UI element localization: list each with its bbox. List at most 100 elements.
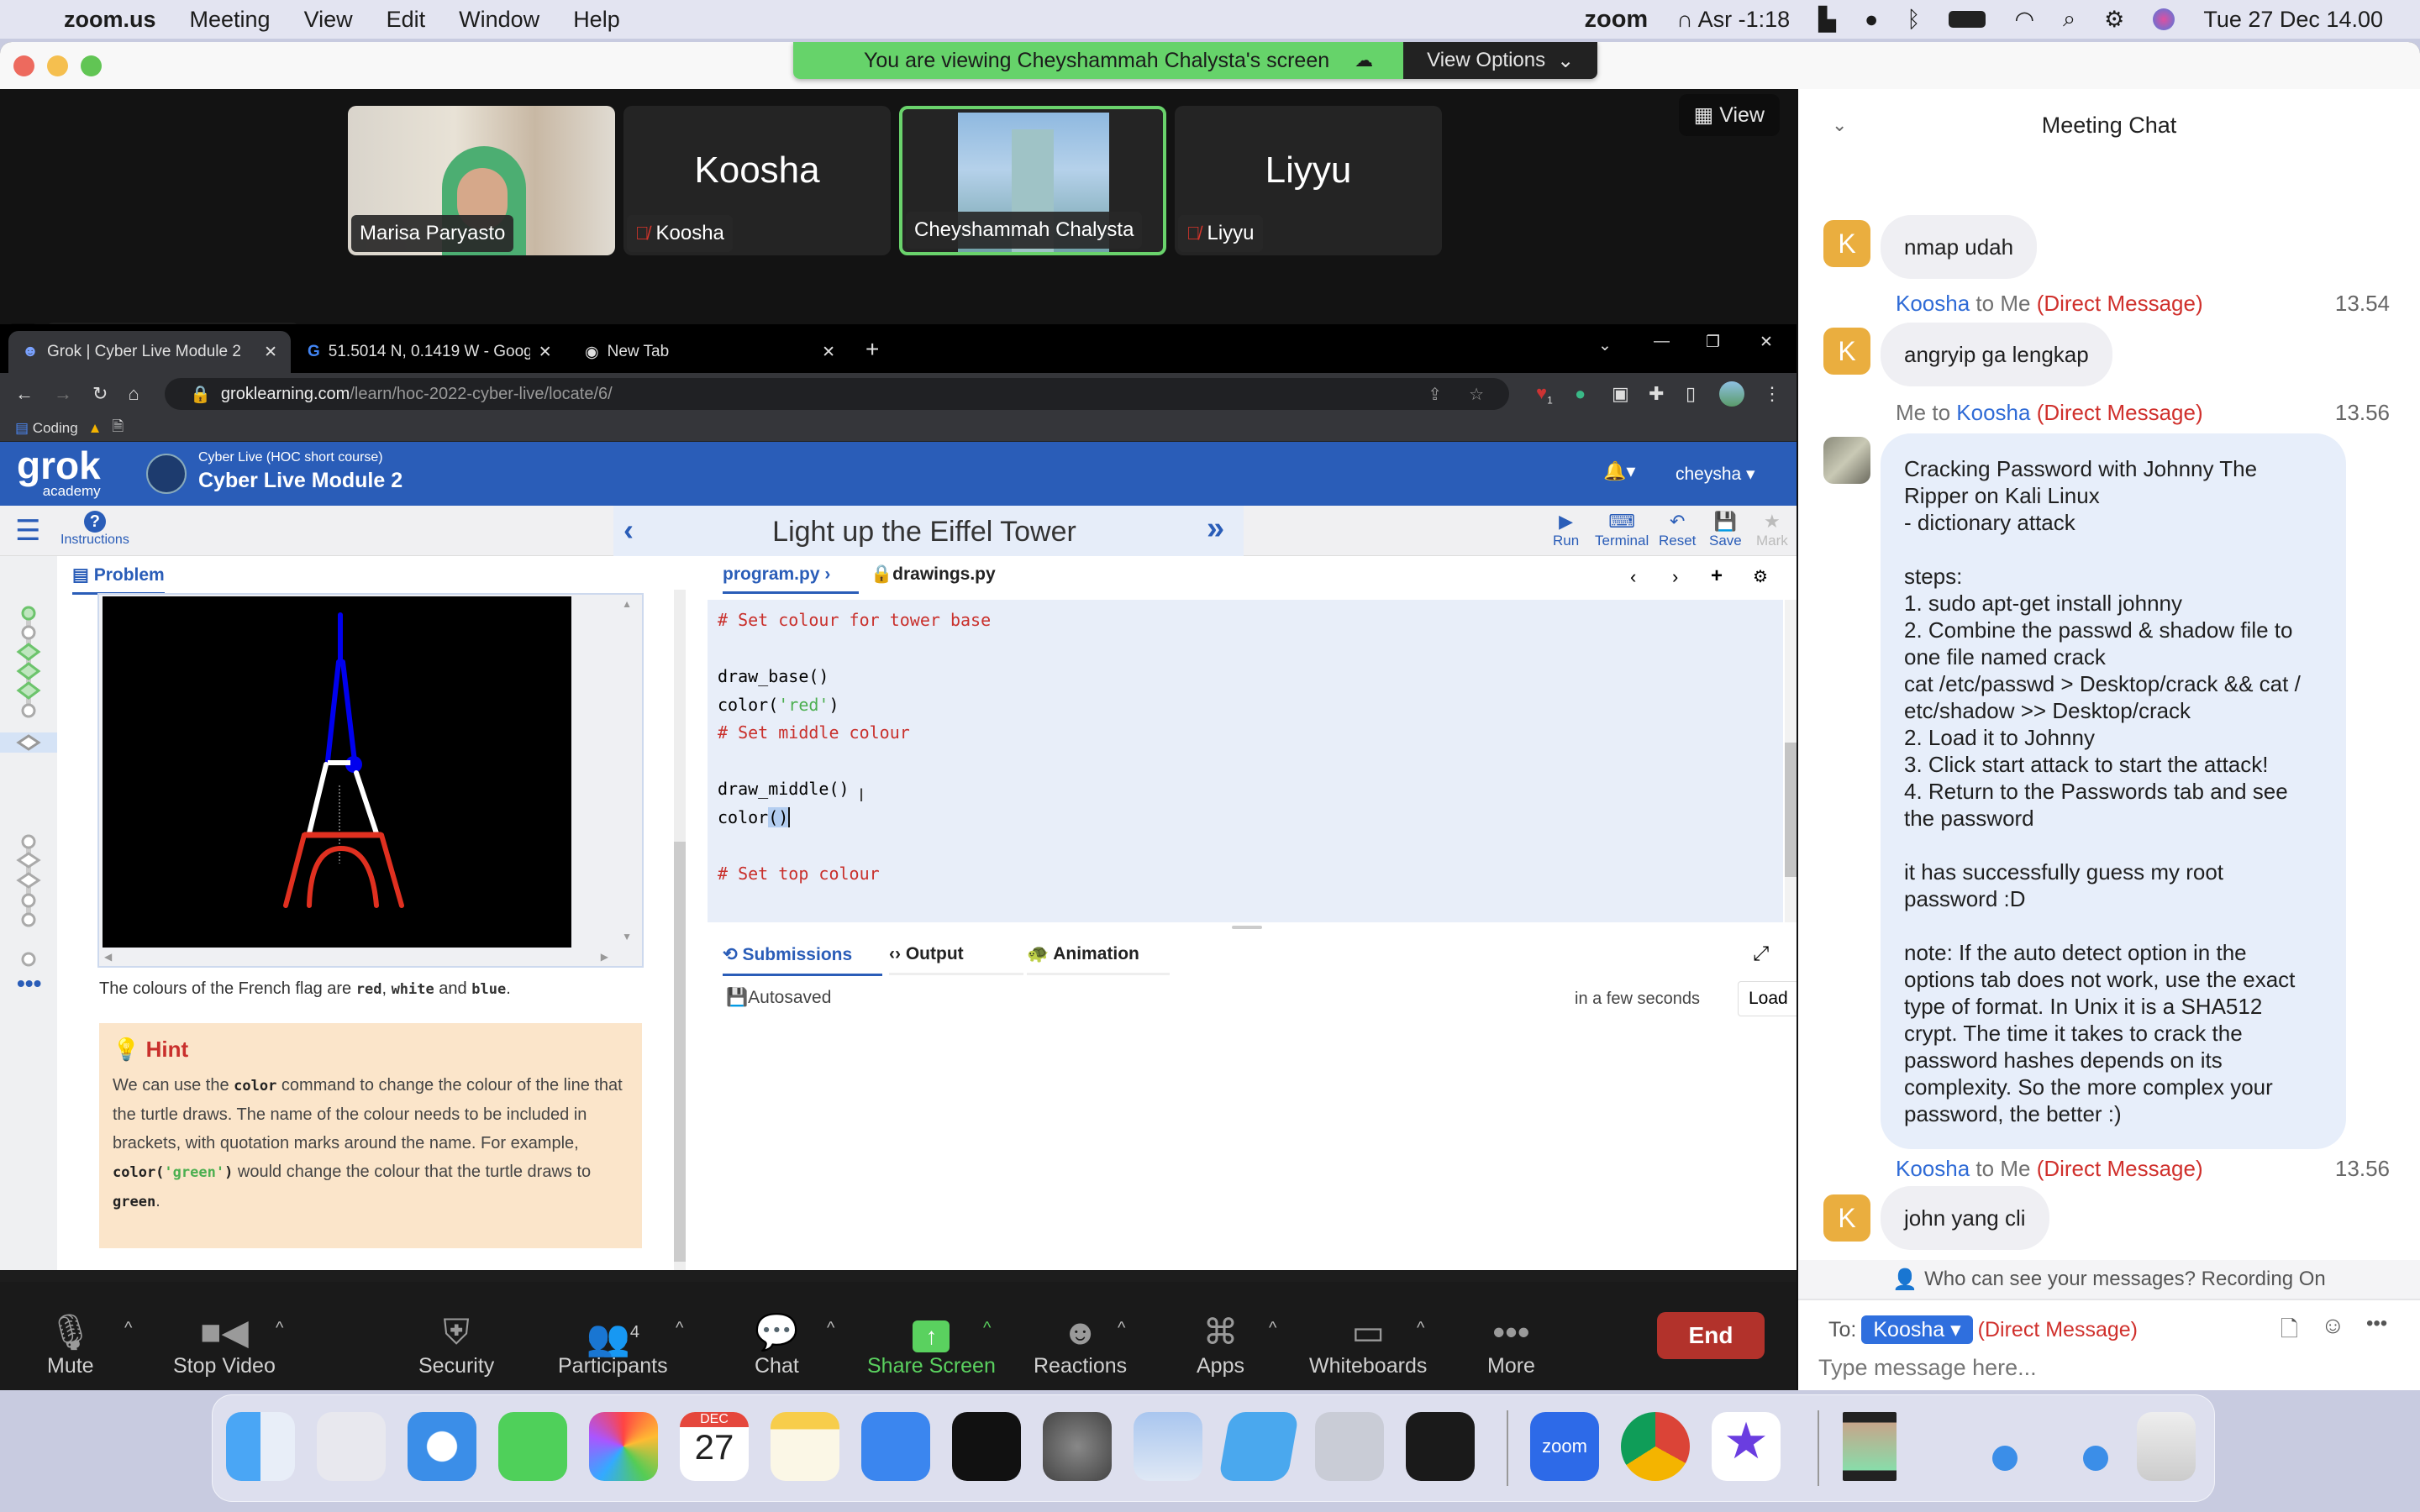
picture-in-picture-icon[interactable]: ▣ <box>1612 383 1629 405</box>
dock-system-preferences-icon[interactable] <box>1043 1412 1112 1481</box>
user-menu[interactable]: cheysha ▾ <box>1676 464 1755 485</box>
outline-list-icon[interactable]: ☰ <box>15 514 40 548</box>
minimize-window-button[interactable] <box>47 55 68 76</box>
terminal-button[interactable]: ⌨ Terminal <box>1595 511 1649 549</box>
step-complete[interactable] <box>21 606 36 621</box>
tab-output[interactable]: ‹› Output <box>889 944 1023 975</box>
apps-options-caret[interactable]: ^ <box>1269 1319 1276 1338</box>
dock-preview-icon[interactable] <box>1134 1412 1202 1481</box>
recipient-dropdown[interactable]: Koosha ▾ <box>1861 1315 1973 1344</box>
step-incomplete[interactable] <box>21 893 36 908</box>
step-incomplete[interactable] <box>21 625 36 640</box>
scrollbar-thumb[interactable] <box>674 842 686 1262</box>
menu-window[interactable]: Window <box>459 7 539 33</box>
whiteboards-options-caret[interactable]: ^ <box>1417 1319 1424 1338</box>
grok-logo[interactable]: grok academy <box>17 446 101 499</box>
code-line[interactable]: # Set colour for tower base <box>718 610 991 630</box>
mark-button[interactable]: ★ Mark <box>1756 511 1788 549</box>
code-line[interactable]: draw_middle() <box>718 779 850 799</box>
tab-search-icon[interactable]: ⌄ <box>1598 336 1612 355</box>
participants-options-caret[interactable]: ^ <box>676 1319 683 1338</box>
dock-chrome-icon[interactable] <box>1621 1412 1690 1481</box>
home-button[interactable]: ⌂ <box>128 383 139 405</box>
chat-button[interactable]: 💬 Chat <box>755 1310 799 1378</box>
browser-restore-button[interactable]: ❐ <box>1706 333 1720 352</box>
notifications-bell-icon[interactable]: 🔔▾ <box>1603 460 1635 482</box>
new-tab-button[interactable]: + <box>865 336 879 363</box>
reload-button[interactable]: ↻ <box>92 383 108 405</box>
back-button[interactable]: ← <box>15 383 34 405</box>
prayer-time[interactable]: ∩ Asr -1:18 <box>1676 7 1790 33</box>
step-incomplete[interactable] <box>21 912 36 927</box>
grammarly-icon[interactable]: ● <box>1575 383 1586 405</box>
participant-tile-liyyu[interactable]: Liyyu 🎙̸ Liyyu <box>1175 106 1442 255</box>
scrollbar-thumb[interactable] <box>1785 743 1797 877</box>
notification-bell-icon[interactable]: ● <box>1865 7 1878 33</box>
end-meeting-button[interactable]: End <box>1657 1312 1765 1359</box>
control-center-icon[interactable]: ⚙ <box>2104 7 2124 33</box>
canvas-scroll-right[interactable]: ▶ <box>601 951 608 963</box>
step-incomplete[interactable] <box>16 852 41 869</box>
apps-button[interactable]: ⌘ Apps <box>1197 1310 1244 1378</box>
tab-submissions[interactable]: ⟲ Submissions <box>723 944 882 976</box>
bluetooth-icon[interactable]: ᛒ <box>1907 7 1920 33</box>
chat-privacy-notice[interactable]: 👤 Who can see your messages? Recording On <box>1798 1260 2420 1300</box>
pane-resize-handle[interactable] <box>1232 926 1262 929</box>
code-line[interactable]: color('red') <box>718 695 839 715</box>
next-lesson-button[interactable]: » <box>1207 511 1224 547</box>
step-incomplete[interactable] <box>16 872 41 889</box>
run-button[interactable]: ▶ Run <box>1553 511 1579 549</box>
dock-calendar-icon[interactable]: DEC 27 <box>680 1412 749 1481</box>
dock-finder-icon[interactable] <box>226 1412 295 1481</box>
google-drive-icon[interactable]: ▲ <box>88 420 103 437</box>
chat-options-caret[interactable]: ^ <box>827 1319 834 1338</box>
close-tab-icon[interactable]: ✕ <box>822 343 835 362</box>
participant-tile-marisa[interactable]: Marisa Paryasto <box>348 106 615 255</box>
dock-imovie-icon[interactable]: ★ <box>1712 1412 1781 1481</box>
code-line[interactable]: # Set middle colour <box>718 722 910 743</box>
tab-animation[interactable]: 🐢 Animation <box>1027 944 1170 975</box>
share-options-caret[interactable]: ^ <box>983 1319 991 1338</box>
reactions-options-caret[interactable]: ^ <box>1118 1319 1125 1338</box>
editor-settings-icon[interactable]: ⚙ <box>1753 566 1768 587</box>
canvas-scroll-up[interactable]: ▲ <box>622 598 632 610</box>
bookmark-star-icon[interactable]: ☆ <box>1469 384 1484 405</box>
browser-close-button[interactable]: ✕ <box>1760 333 1773 352</box>
browser-minimize-button[interactable]: — <box>1654 333 1670 351</box>
chat-more-icon[interactable]: ••• <box>2366 1312 2387 1336</box>
load-button[interactable]: Load <box>1738 981 1797 1016</box>
browser-menu-icon[interactable]: ⋮ <box>1763 383 1781 405</box>
browser-tab-google[interactable]: G 51.5014 N, 0.1419 W - Google Se ✕ <box>294 331 567 373</box>
layout-icon[interactable]: ▙ <box>1818 7 1836 33</box>
dock-roblox-icon[interactable] <box>1315 1412 1384 1481</box>
more-button[interactable]: ••• More <box>1487 1310 1535 1378</box>
instructions-button[interactable]: ? Instructions <box>60 511 129 548</box>
chat-message-input[interactable] <box>1818 1352 2398 1383</box>
siri-icon[interactable] <box>2153 8 2175 30</box>
security-button[interactable]: ⛨ Security <box>418 1310 494 1378</box>
reactions-button[interactable]: ☻ Reactions <box>1034 1310 1127 1378</box>
step-incomplete[interactable] <box>21 952 36 967</box>
attach-file-icon[interactable]: 🗋 <box>2281 1314 2298 1351</box>
more-steps-icon[interactable]: ••• <box>17 970 41 996</box>
step-complete[interactable] <box>16 662 41 680</box>
file-prev-button[interactable]: ‹ <box>1630 566 1636 588</box>
video-options-caret[interactable]: ^ <box>276 1319 283 1338</box>
dock-activity-monitor-icon[interactable] <box>1406 1412 1475 1481</box>
participant-tile-koosha[interactable]: Koosha 🎙̸ Koosha <box>623 106 891 255</box>
close-window-button[interactable] <box>13 55 34 76</box>
canvas-scroll-down[interactable]: ▼ <box>622 931 632 942</box>
course-title[interactable]: Cyber Live Module 2 <box>198 469 402 493</box>
extensions-puzzle-icon[interactable]: ✚ <box>1649 383 1664 405</box>
dock-app-icon[interactable] <box>1218 1412 1300 1481</box>
bookmark-file-icon[interactable]: 🗎 <box>113 416 124 440</box>
spotlight-search-icon[interactable]: ⌕ <box>2063 6 2075 33</box>
code-editor[interactable]: # Set colour for tower base draw_base() co… <box>708 600 1783 922</box>
dock-notes-icon[interactable] <box>771 1412 839 1481</box>
menu-app-name[interactable]: zoom.us <box>64 7 156 33</box>
menu-edit[interactable]: Edit <box>387 7 426 33</box>
view-options-button[interactable]: View Options ⌄ <box>1403 42 1598 79</box>
close-tab-icon[interactable]: ✕ <box>264 343 277 362</box>
dock-safari-download-icon[interactable] <box>1992 1446 2018 1471</box>
sidebar-icon[interactable]: ▯ <box>1686 383 1696 405</box>
